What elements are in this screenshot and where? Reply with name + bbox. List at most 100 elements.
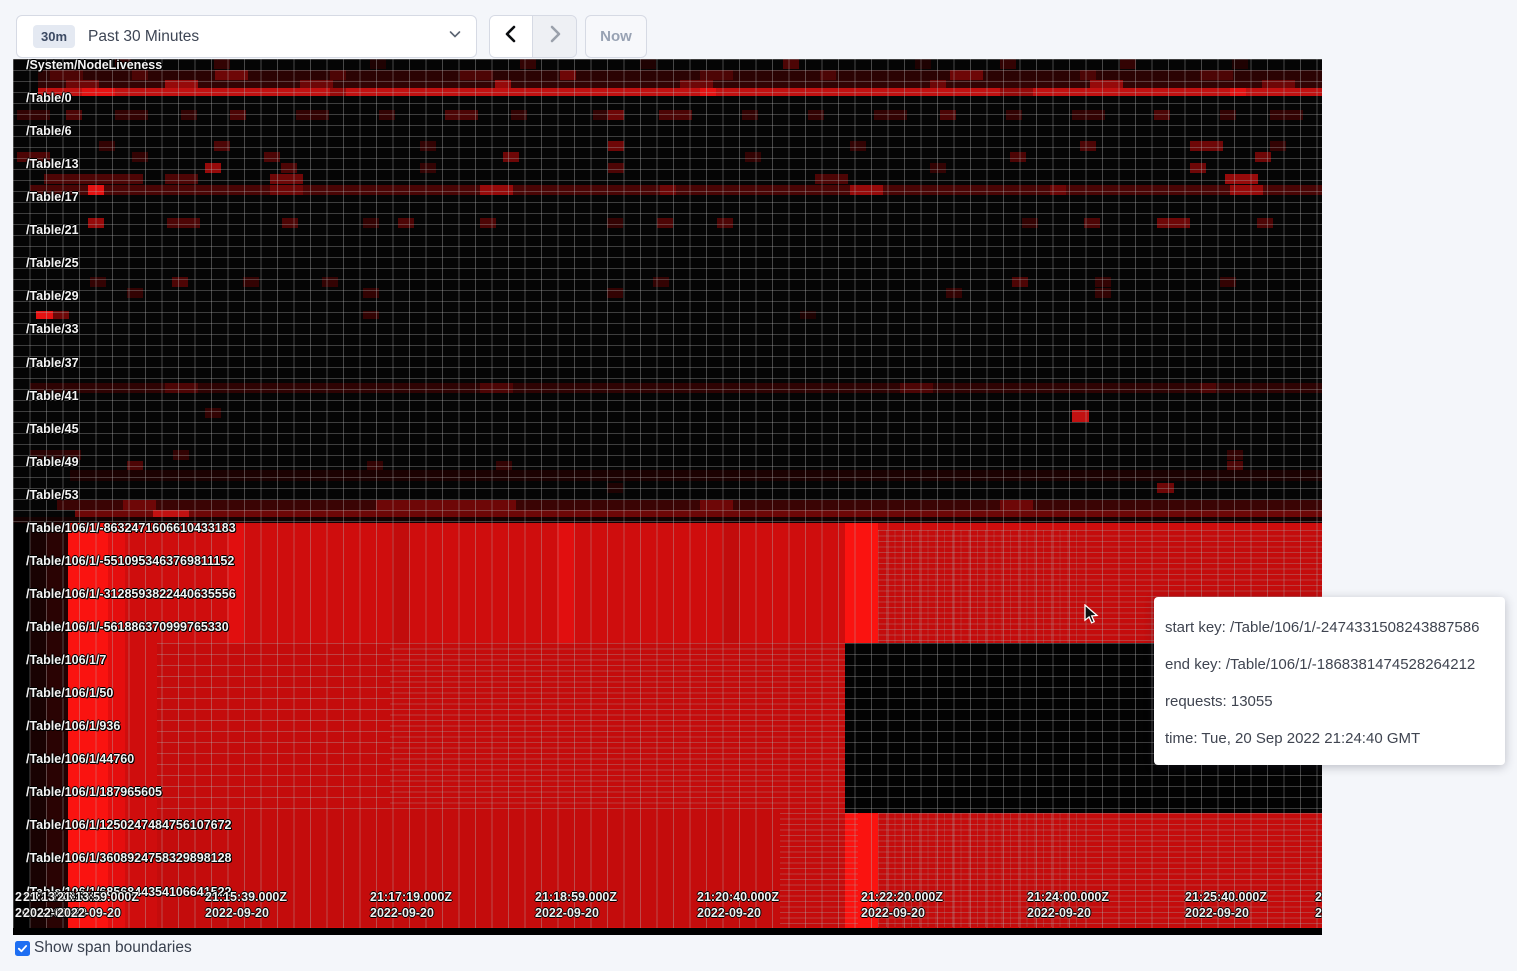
heat-region bbox=[205, 408, 221, 418]
heat-region bbox=[30, 383, 1322, 393]
heat-region bbox=[874, 110, 907, 120]
heat-region bbox=[90, 277, 106, 287]
heat-region bbox=[503, 152, 519, 162]
heat-region bbox=[99, 141, 115, 151]
next-time-button[interactable] bbox=[533, 16, 576, 57]
heat-region bbox=[1257, 218, 1273, 228]
heat-region bbox=[281, 163, 297, 173]
key-visualizer-page: 30m Past 30 Minutes Now /System/NodeLive… bbox=[0, 0, 1517, 971]
heat-region bbox=[800, 311, 816, 319]
heat-region bbox=[270, 185, 303, 195]
heat-region bbox=[165, 383, 198, 393]
heat-region bbox=[363, 288, 379, 298]
chevron-right-icon bbox=[547, 25, 563, 48]
heat-region bbox=[214, 59, 230, 69]
heat-region bbox=[820, 70, 836, 80]
heat-region bbox=[608, 110, 624, 120]
heat-region bbox=[173, 450, 189, 460]
heat-region bbox=[205, 163, 221, 173]
heat-region bbox=[1220, 110, 1236, 120]
heat-region bbox=[264, 152, 280, 162]
heat-region bbox=[75, 510, 1322, 517]
heat-region bbox=[1220, 277, 1236, 287]
heat-region bbox=[30, 523, 46, 928]
heat-region bbox=[940, 110, 956, 120]
heat-region bbox=[1010, 152, 1026, 162]
heat-region bbox=[57, 500, 1322, 510]
time-window-dropdown[interactable]: 30m Past 30 Minutes bbox=[16, 15, 477, 58]
heat-region bbox=[1255, 152, 1271, 162]
footer: Show span boundaries bbox=[15, 939, 192, 957]
row-label: /Table/37 bbox=[26, 356, 79, 370]
heat-region bbox=[330, 88, 346, 96]
heat-region bbox=[1090, 80, 1123, 88]
heat-region bbox=[88, 185, 104, 195]
heat-region bbox=[700, 70, 733, 80]
heat-region bbox=[608, 141, 624, 151]
grid-overlay bbox=[13, 59, 1322, 523]
heat-region bbox=[878, 813, 1322, 927]
heat-region bbox=[930, 80, 946, 88]
heat-region bbox=[640, 59, 656, 69]
tooltip-line: end key: /Table/106/1/-18683814745282642… bbox=[1165, 646, 1493, 683]
heat-region bbox=[115, 59, 131, 69]
time-window-label: Past 30 Minutes bbox=[88, 28, 448, 46]
heat-region bbox=[722, 523, 739, 643]
tooltip: start key: /Table/106/1/-247433150824388… bbox=[1154, 597, 1505, 765]
heat-region bbox=[363, 311, 379, 319]
heat-region bbox=[363, 218, 379, 228]
row-label: /Table/29 bbox=[26, 289, 79, 303]
heat-region bbox=[607, 288, 623, 298]
heat-region bbox=[227, 523, 244, 643]
keyvis-heatmap[interactable]: /System/NodeLiveness/Table/0/Table/6/Tab… bbox=[13, 59, 1322, 935]
row-label: /Table/25 bbox=[26, 256, 79, 270]
toolbar: 30m Past 30 Minutes Now bbox=[0, 0, 1517, 59]
heat-region bbox=[653, 277, 669, 287]
heat-region bbox=[13, 928, 1322, 935]
heat-region bbox=[495, 80, 511, 88]
heat-region bbox=[1000, 88, 1033, 96]
heat-region bbox=[1227, 450, 1243, 460]
heat-region bbox=[379, 110, 395, 120]
heat-region bbox=[1262, 80, 1295, 88]
row-label: /Table/6 bbox=[26, 124, 72, 138]
heat-region bbox=[420, 141, 436, 151]
heat-region bbox=[82, 88, 115, 96]
heat-region bbox=[1157, 218, 1190, 228]
heat-region bbox=[398, 218, 414, 228]
heat-region bbox=[742, 110, 758, 120]
heat-region bbox=[392, 523, 409, 643]
heat-region bbox=[1000, 500, 1033, 510]
heat-region bbox=[1232, 59, 1248, 69]
show-span-boundaries-label: Show span boundaries bbox=[34, 939, 192, 957]
heat-region bbox=[1270, 110, 1303, 120]
tooltip-line: requests: 13055 bbox=[1165, 683, 1493, 720]
heat-region bbox=[1154, 110, 1170, 120]
row-label: /Table/33 bbox=[26, 322, 79, 336]
heat-region bbox=[680, 80, 713, 88]
heat-region bbox=[1190, 163, 1206, 173]
heat-region bbox=[181, 110, 197, 120]
heat-region bbox=[850, 185, 883, 195]
heat-region bbox=[480, 383, 513, 393]
heat-region bbox=[46, 523, 62, 928]
heat-region bbox=[376, 500, 516, 510]
heat-region bbox=[17, 110, 50, 120]
heat-region bbox=[1120, 59, 1136, 69]
heat-region bbox=[38, 88, 1322, 96]
heat-region bbox=[230, 110, 246, 120]
heat-region bbox=[215, 70, 248, 80]
heat-region bbox=[243, 277, 259, 287]
heat-region bbox=[1022, 218, 1038, 228]
show-span-boundaries-checkbox[interactable] bbox=[15, 941, 30, 956]
heat-region bbox=[370, 59, 386, 69]
heat-region bbox=[1095, 277, 1111, 287]
heat-region bbox=[593, 110, 609, 120]
heat-region bbox=[946, 288, 962, 298]
heat-region bbox=[480, 185, 513, 195]
heat-region bbox=[132, 152, 148, 162]
prev-time-button[interactable] bbox=[490, 16, 533, 57]
heat-region bbox=[68, 523, 108, 928]
heat-region bbox=[659, 110, 692, 120]
now-button[interactable]: Now bbox=[585, 15, 647, 58]
